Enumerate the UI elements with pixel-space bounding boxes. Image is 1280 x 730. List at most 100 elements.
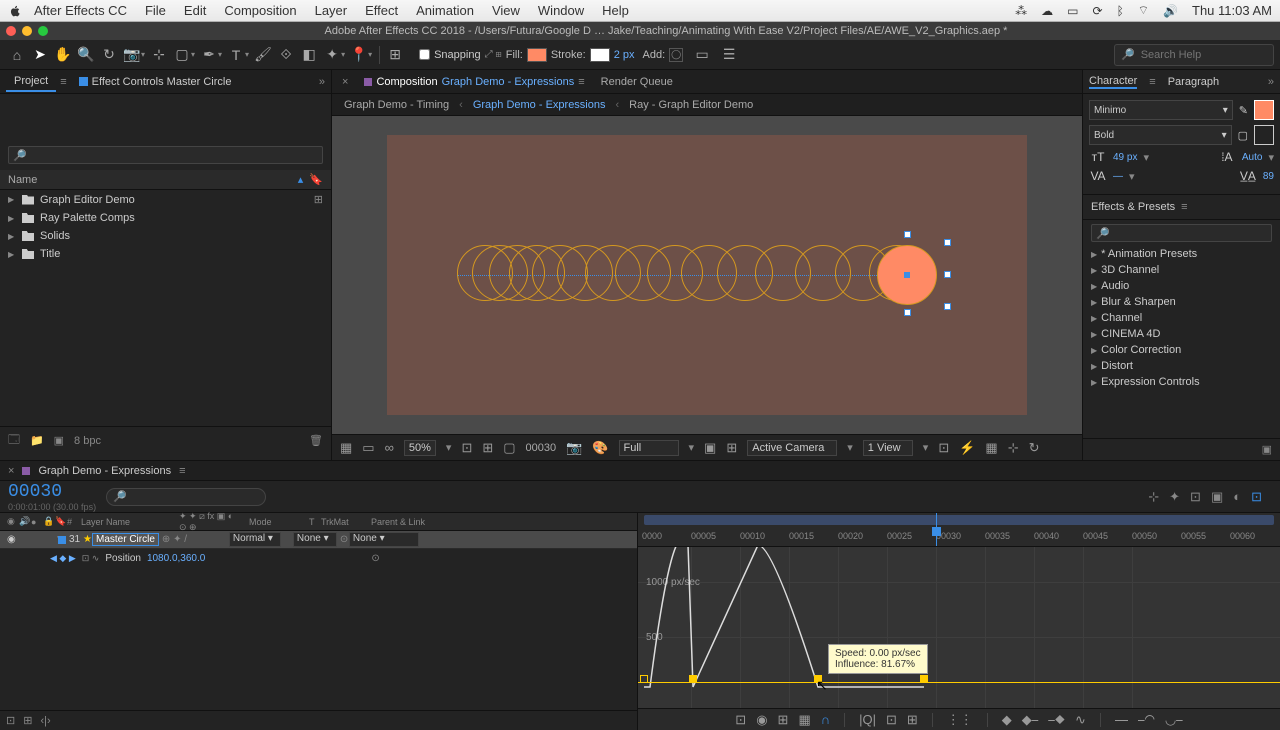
project-search-input[interactable]: 🔎 xyxy=(8,146,323,164)
effects-category[interactable]: ▶* Animation Presets xyxy=(1083,246,1280,262)
brush-tool-icon[interactable]: 🖌 xyxy=(252,44,274,66)
volume-icon[interactable]: 🔊 xyxy=(1163,4,1178,18)
graph-editor-area[interactable]: 1000 px/sec 500 Speed: 0.00 px/sec Influ… xyxy=(638,547,1280,708)
paragraph-tab[interactable]: Paragraph xyxy=(1168,76,1219,88)
effects-category[interactable]: ▶CINEMA 4D xyxy=(1083,326,1280,342)
fast-preview-icon[interactable]: ⚡ xyxy=(959,440,975,456)
composition-viewer[interactable] xyxy=(332,116,1082,434)
effects-category[interactable]: ▶3D Channel xyxy=(1083,262,1280,278)
effects-presets-title[interactable]: Effects & Presets xyxy=(1091,201,1175,213)
effects-category[interactable]: ▶Channel xyxy=(1083,310,1280,326)
local-axis-icon[interactable]: ⊞ xyxy=(384,44,406,66)
toggle-alpha-icon[interactable]: ▭ xyxy=(362,440,374,456)
property-row[interactable]: ◀ ◆ ▶ ⊡ ∿ Position 1080.0,360.0 ⊙ xyxy=(0,549,637,567)
crop-icon[interactable]: ⊡ xyxy=(461,440,472,456)
stroke-color-swatch[interactable] xyxy=(590,48,610,62)
effects-category[interactable]: ▶Color Correction xyxy=(1083,342,1280,358)
timeline-comp-name[interactable]: Graph Demo - Expressions xyxy=(38,465,171,477)
playhead[interactable] xyxy=(936,513,937,546)
display-icon[interactable]: ▭ xyxy=(1067,4,1078,18)
viewer-options-icon[interactable]: ▦ xyxy=(340,440,352,456)
hide-shy-icon[interactable]: ⊡ xyxy=(1190,489,1201,505)
kerning-value[interactable]: — xyxy=(1113,171,1123,182)
search-help-input[interactable]: 🔎 xyxy=(1114,44,1274,66)
frame-blend-icon[interactable]: ▣ xyxy=(1211,489,1223,505)
mode-column[interactable]: Mode xyxy=(246,517,306,527)
current-time-display[interactable]: 00030 xyxy=(8,482,80,502)
effects-category[interactable]: ▶Blur & Sharpen xyxy=(1083,294,1280,310)
hand-tool-icon[interactable]: ✋ xyxy=(52,44,74,66)
effects-search-input[interactable]: 🔎 xyxy=(1091,224,1272,242)
puppet-tool-icon[interactable]: 📍 xyxy=(348,44,370,66)
layer-row[interactable]: ◉ ▼ 31 ★ Master Circle ⊕ ✦ / Normal ▾ No… xyxy=(0,531,637,549)
work-area-bar[interactable] xyxy=(644,515,1274,525)
effects-category[interactable]: ▶Expression Controls xyxy=(1083,374,1280,390)
name-column-header[interactable]: Name xyxy=(8,174,298,186)
toggle-switches-icon[interactable]: ⊡ xyxy=(6,714,15,727)
audio-column-icon[interactable]: 🔊 xyxy=(16,516,28,527)
position-property[interactable]: Position xyxy=(105,553,141,564)
parent-dropdown[interactable]: None ▾ xyxy=(349,532,419,547)
font-weight-dropdown[interactable]: Bold▾ xyxy=(1089,125,1232,145)
font-family-dropdown[interactable]: Minimo▾ xyxy=(1089,100,1233,120)
pixel-aspect-icon[interactable]: ⊡ xyxy=(938,440,949,456)
close-window-button[interactable] xyxy=(6,26,16,36)
view-layout-dropdown[interactable]: 1 View xyxy=(863,440,913,456)
font-size-value[interactable]: 49 px xyxy=(1113,152,1137,163)
trkmat-dropdown[interactable]: None ▾ xyxy=(293,532,337,547)
master-circle-layer[interactable] xyxy=(877,245,937,305)
project-folder-item[interactable]: ▶ Solids xyxy=(0,227,331,245)
roto-tool-icon[interactable]: ✦ xyxy=(321,44,343,66)
stroke-icon[interactable]: ▢ xyxy=(1238,129,1248,142)
current-frame[interactable]: 00030 xyxy=(526,442,557,454)
stroke-width[interactable]: 2 px xyxy=(614,49,635,61)
effects-category[interactable]: ▶Audio xyxy=(1083,278,1280,294)
menu-composition[interactable]: Composition xyxy=(224,3,296,18)
leading-value[interactable]: Auto xyxy=(1242,152,1263,163)
selection-tool-icon[interactable]: ➤ xyxy=(29,44,51,66)
bluetooth-icon[interactable]: ᛒ xyxy=(1117,4,1124,18)
tracking-value[interactable]: 89 xyxy=(1263,171,1274,182)
keyframe-marker[interactable] xyxy=(689,675,697,683)
camera-tool-icon[interactable]: 📷 xyxy=(121,44,143,66)
position-value[interactable]: 1080.0,360.0 xyxy=(147,553,205,564)
label-column-icon[interactable]: 🔖 xyxy=(309,173,323,186)
time-ruler[interactable]: 0000 00005 00010 00015 00020 00025 00030… xyxy=(638,513,1280,547)
cloud-icon[interactable]: ☁︎ xyxy=(1041,4,1053,18)
solo-column-icon[interactable]: ● xyxy=(28,517,40,527)
exposure-icon[interactable]: ∞ xyxy=(385,440,394,455)
menu-app[interactable]: After Effects CC xyxy=(34,3,127,18)
zoom-tool-icon[interactable]: 🔍 xyxy=(75,44,97,66)
fill-color-swatch[interactable] xyxy=(527,48,547,62)
menu-edit[interactable]: Edit xyxy=(184,3,206,18)
project-folder-item[interactable]: ▶ Title xyxy=(0,245,331,263)
transparency-grid-icon[interactable]: ⊞ xyxy=(726,440,737,456)
toggle-modes-icon[interactable]: ⊞ xyxy=(23,714,32,727)
motion-blur-icon[interactable]: ◐ xyxy=(1233,489,1241,505)
menu-view[interactable]: View xyxy=(492,3,520,18)
add-shape-button[interactable]: ◯ xyxy=(669,48,683,62)
snapping-checkbox[interactable]: Snapping ⤢ ⊞ xyxy=(419,49,502,61)
interpret-footage-icon[interactable]: 🗔 xyxy=(8,431,20,450)
menu-animation[interactable]: Animation xyxy=(416,3,474,18)
timeline-icon[interactable]: ▦ xyxy=(985,440,997,456)
mask-icon[interactable]: ▢ xyxy=(503,440,515,456)
pickwhip-icon[interactable]: ⊙ xyxy=(371,553,379,564)
stroke-color-swatch[interactable] xyxy=(1254,125,1274,145)
flowchart-icon[interactable]: ⊹ xyxy=(1008,440,1019,456)
breadcrumb[interactable]: Graph Demo - Expressions xyxy=(473,99,606,111)
snapshot-icon[interactable]: 📷 xyxy=(566,440,582,456)
breadcrumb[interactable]: Ray - Graph Editor Demo xyxy=(629,99,753,111)
menu-window[interactable]: Window xyxy=(538,3,584,18)
pen-tool-icon[interactable]: ✒ xyxy=(198,44,220,66)
project-folder-item[interactable]: ▶ Graph Editor Demo ⊞ xyxy=(0,190,331,209)
parent-column[interactable]: Parent & Link xyxy=(368,517,428,527)
roi-icon[interactable]: ▣ xyxy=(704,440,716,456)
refresh-icon[interactable]: ↻ xyxy=(1029,440,1040,456)
menu-help[interactable]: Help xyxy=(602,3,629,18)
pan-behind-tool-icon[interactable]: ⊹ xyxy=(148,44,170,66)
breadcrumb[interactable]: Graph Demo - Timing xyxy=(344,99,449,111)
fill-label[interactable]: Fill: xyxy=(506,49,523,61)
eyedropper-icon[interactable]: ✎ xyxy=(1239,104,1248,117)
workspace-icon[interactable]: ▭ xyxy=(691,44,713,66)
